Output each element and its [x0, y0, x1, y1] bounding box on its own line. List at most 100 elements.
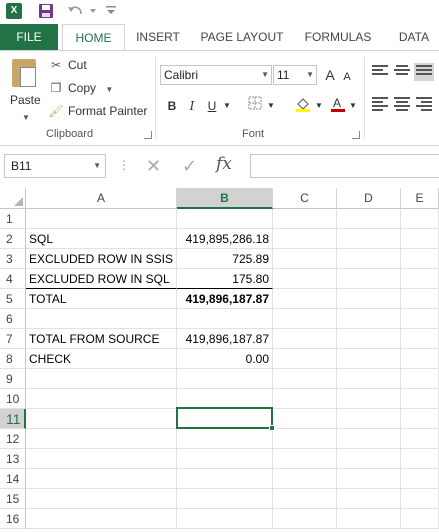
grid-cell-c6[interactable] — [273, 309, 337, 329]
grid-cell-d15[interactable] — [337, 489, 401, 509]
row-header-13[interactable]: 13 — [0, 449, 26, 469]
formula-input[interactable] — [250, 154, 439, 178]
grow-font-button[interactable]: A — [322, 65, 338, 85]
font-family-select[interactable]: Calibri ▼ — [160, 65, 272, 85]
select-all-button[interactable] — [0, 188, 26, 209]
grid-cell-e14[interactable] — [401, 469, 439, 489]
grid-cell-a15[interactable] — [26, 489, 177, 509]
font-color-button[interactable]: A — [330, 96, 346, 116]
grid-cell-d7[interactable] — [337, 329, 401, 349]
grid-cell-e5[interactable] — [401, 289, 439, 309]
row-header-16[interactable]: 16 — [0, 509, 26, 529]
insert-function-icon[interactable]: fx — [216, 154, 232, 174]
underline-button[interactable]: U — [204, 96, 220, 116]
enter-icon[interactable]: ✓ — [182, 156, 197, 177]
grid-cell-a13[interactable] — [26, 449, 177, 469]
grid-cell-e7[interactable] — [401, 329, 439, 349]
grid-cell-e13[interactable] — [401, 449, 439, 469]
copy-dropdown-icon[interactable]: ▼ — [105, 85, 113, 94]
grid-cell-c5[interactable] — [273, 289, 337, 309]
row-header-2[interactable]: 2 — [0, 229, 26, 249]
borders-button[interactable] — [246, 96, 264, 116]
row-header-7[interactable]: 7 — [0, 329, 26, 349]
underline-dropdown-icon[interactable]: ▼ — [222, 96, 232, 116]
cancel-icon[interactable]: ✕ — [146, 156, 161, 177]
fill-handle[interactable] — [269, 425, 275, 431]
bold-button[interactable]: B — [164, 96, 180, 116]
grid-cell-e8[interactable] — [401, 349, 439, 369]
cell-a2[interactable]: SQL — [26, 229, 177, 249]
fill-color-button[interactable] — [294, 96, 312, 116]
grid-cell-c8[interactable] — [273, 349, 337, 369]
grid-cell-d1[interactable] — [337, 209, 401, 229]
tab-page-layout[interactable]: PAGE LAYOUT — [196, 24, 288, 50]
cell-b4[interactable]: 175.80 — [177, 269, 273, 289]
tab-home[interactable]: HOME — [62, 24, 125, 51]
grid-cell-c2[interactable] — [273, 229, 337, 249]
grid-cell-c12[interactable] — [273, 429, 337, 449]
grid-cell-d14[interactable] — [337, 469, 401, 489]
grid-cell-a11[interactable] — [26, 409, 177, 429]
grid-cell-c4[interactable] — [273, 269, 337, 289]
grid-cell-c16[interactable] — [273, 509, 337, 529]
cell-a3[interactable]: EXCLUDED ROW IN SSIS — [26, 249, 177, 269]
grid-cell-e11[interactable] — [401, 409, 439, 429]
grid-cell-a14[interactable] — [26, 469, 177, 489]
italic-button[interactable]: I — [184, 96, 200, 116]
grid-cell-b12[interactable] — [177, 429, 273, 449]
grid-cell-c10[interactable] — [273, 389, 337, 409]
font-launcher-icon[interactable] — [352, 131, 360, 139]
grid-cell-b9[interactable] — [177, 369, 273, 389]
grid-cell-c11[interactable] — [273, 409, 337, 429]
grid-cell-e16[interactable] — [401, 509, 439, 529]
grid-cell-d12[interactable] — [337, 429, 401, 449]
grid-cell-d3[interactable] — [337, 249, 401, 269]
grid-cell-b16[interactable] — [177, 509, 273, 529]
tab-formulas[interactable]: FORMULAS — [300, 24, 376, 50]
grid-cell-b1[interactable] — [177, 209, 273, 229]
grid-cell-d4[interactable] — [337, 269, 401, 289]
font-size-select[interactable]: 11 ▼ — [273, 65, 317, 85]
save-icon[interactable] — [38, 3, 54, 19]
grid-cell-c14[interactable] — [273, 469, 337, 489]
grid-cell-b6[interactable] — [177, 309, 273, 329]
name-box[interactable]: B11 ▼ — [4, 154, 106, 178]
cell-a4[interactable]: EXCLUDED ROW IN SQL — [26, 269, 177, 289]
grid-cell-e9[interactable] — [401, 369, 439, 389]
grid-cell-d2[interactable] — [337, 229, 401, 249]
grid-cell-d9[interactable] — [337, 369, 401, 389]
shrink-font-button[interactable]: A — [340, 67, 354, 87]
grid-cell-d16[interactable] — [337, 509, 401, 529]
row-header-12[interactable]: 12 — [0, 429, 26, 449]
paste-button[interactable]: Paste ▼ — [8, 57, 42, 127]
grid-cell-d5[interactable] — [337, 289, 401, 309]
name-box-dropdown-icon[interactable]: ▼ — [93, 155, 101, 177]
grid-cell-d10[interactable] — [337, 389, 401, 409]
grid-cell-d8[interactable] — [337, 349, 401, 369]
align-right-icon[interactable] — [416, 97, 432, 111]
grid-cell-c15[interactable] — [273, 489, 337, 509]
row-header-14[interactable]: 14 — [0, 469, 26, 489]
cell-a5[interactable]: TOTAL — [26, 289, 177, 309]
align-left-icon[interactable] — [372, 97, 388, 111]
grid-cell-c7[interactable] — [273, 329, 337, 349]
row-header-5[interactable]: 5 — [0, 289, 26, 309]
row-header-4[interactable]: 4 — [0, 269, 26, 289]
grid-cell-a6[interactable] — [26, 309, 177, 329]
grid-cell-a10[interactable] — [26, 389, 177, 409]
cell-b7[interactable]: 419,896,187.87 — [177, 329, 273, 349]
cell-b5[interactable]: 419,896,187.87 — [177, 289, 273, 309]
row-header-15[interactable]: 15 — [0, 489, 26, 509]
grid-cell-e10[interactable] — [401, 389, 439, 409]
cell-a7[interactable]: TOTAL FROM SOURCE — [26, 329, 177, 349]
grid-cell-b14[interactable] — [177, 469, 273, 489]
font-color-dropdown-icon[interactable]: ▼ — [348, 96, 358, 116]
paste-dropdown-icon[interactable]: ▼ — [22, 113, 30, 122]
grid-cell-a16[interactable] — [26, 509, 177, 529]
grid-cell-b13[interactable] — [177, 449, 273, 469]
grid-cell-e12[interactable] — [401, 429, 439, 449]
undo-dropdown-icon[interactable] — [88, 6, 98, 16]
format-painter-button[interactable]: 🖌 Format Painter — [48, 101, 147, 121]
row-header-9[interactable]: 9 — [0, 369, 26, 389]
align-center-icon[interactable] — [394, 97, 410, 111]
